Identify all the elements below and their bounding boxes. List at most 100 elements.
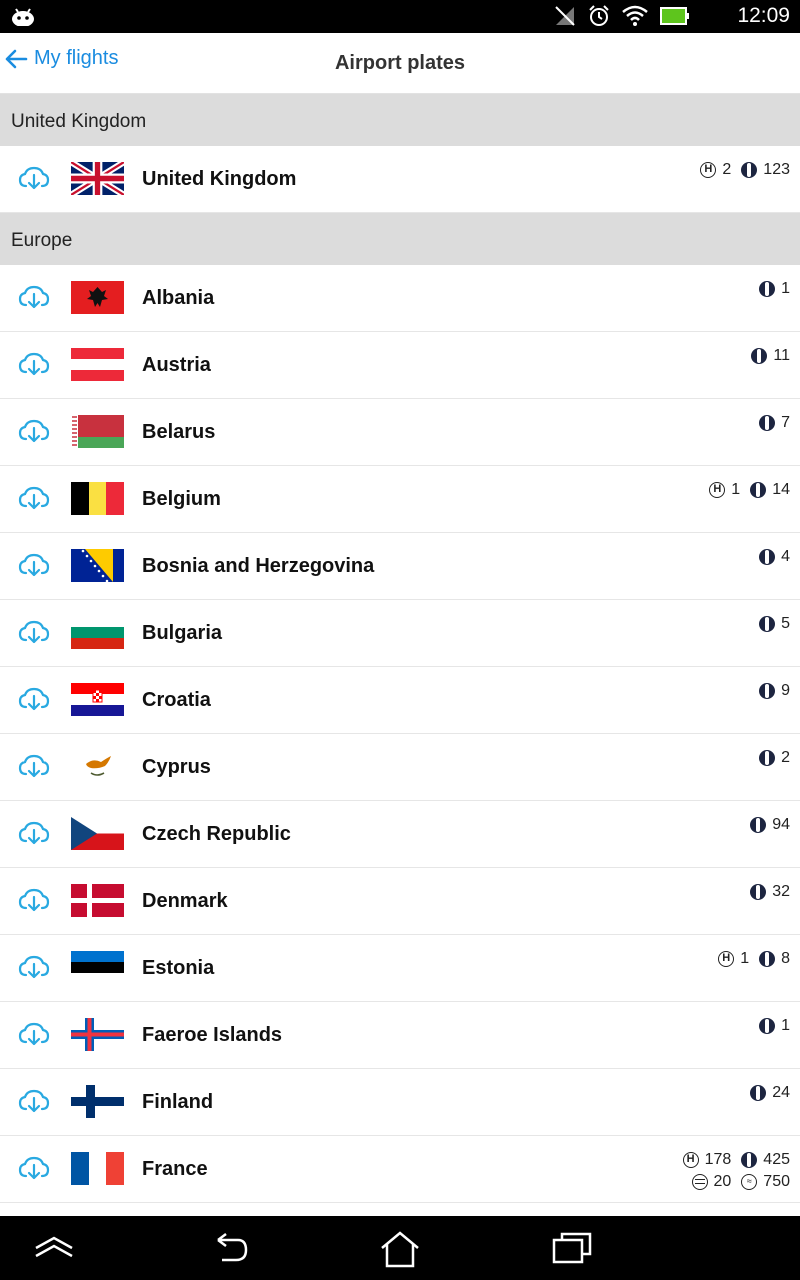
country-row[interactable]: Albania 1 <box>0 265 800 332</box>
cloud-download-icon[interactable] <box>18 352 50 383</box>
cloud-download-icon[interactable] <box>18 620 50 651</box>
cloud-download-icon[interactable] <box>18 821 50 852</box>
airport-icon <box>759 951 776 967</box>
count-value: 425 <box>763 1151 790 1168</box>
airport-icon <box>751 348 768 364</box>
count-value: 2 <box>781 749 790 766</box>
country-name: Faeroe Islands <box>142 1024 283 1046</box>
cloud-download-icon[interactable] <box>18 285 50 316</box>
count-value: 8 <box>781 950 790 967</box>
plate-counts: 24 <box>740 1082 790 1104</box>
recent-apps-button[interactable] <box>550 1230 594 1271</box>
country-row[interactable]: Belarus 7 <box>0 399 800 466</box>
country-row[interactable]: Croatia 9 <box>0 667 800 734</box>
plate-count: 2 <box>759 747 790 769</box>
plate-count: 5 <box>759 613 790 635</box>
plate-counts: 94 <box>740 814 790 836</box>
country-row[interactable]: Finland 24 <box>0 1069 800 1136</box>
plate-counts: H 2 123 <box>690 159 790 181</box>
plate-count: 1 <box>759 1015 790 1037</box>
count-value: 123 <box>763 161 790 178</box>
cloud-download-icon[interactable] <box>18 553 50 584</box>
cloud-download-icon[interactable] <box>18 1089 50 1120</box>
country-row[interactable]: Cyprus 2 <box>0 734 800 801</box>
country-name: Belgium <box>142 488 221 510</box>
country-name: Cyprus <box>142 756 211 778</box>
country-name: Czech Republic <box>142 823 291 845</box>
heliport-icon: H <box>682 1152 699 1168</box>
runway-icon <box>691 1174 708 1190</box>
plate-count: 94 <box>750 814 790 836</box>
france-flag-icon <box>71 1152 124 1185</box>
cloud-download-icon[interactable] <box>18 955 50 986</box>
count-value: 7 <box>781 414 790 431</box>
plate-count: 24 <box>750 1082 790 1104</box>
country-row[interactable]: Austria 11 <box>0 332 800 399</box>
airport-icon <box>759 1018 776 1034</box>
airport-icon <box>759 750 776 766</box>
airport-icon <box>759 683 776 699</box>
plate-count: H 178 <box>682 1149 731 1171</box>
country-name: Albania <box>142 287 215 309</box>
action-bar: My flights Airport plates <box>0 33 800 94</box>
country-list[interactable]: United Kingdom United Kingdom H 2 123 Europe A… <box>0 94 800 1216</box>
country-row[interactable]: Faeroe Islands 1 <box>0 1002 800 1069</box>
country-row[interactable]: France H 178 425 20 ≈750 <box>0 1136 800 1203</box>
plate-count: 1 <box>759 278 790 300</box>
plate-count: 8 <box>759 948 790 970</box>
country-row[interactable]: Czech Republic 94 <box>0 801 800 868</box>
cloud-download-icon[interactable] <box>18 419 50 450</box>
plate-count: H1 <box>718 948 749 970</box>
android-icon <box>10 6 36 31</box>
cyprus-flag-icon <box>71 750 124 783</box>
cloud-download-icon[interactable] <box>18 1022 50 1053</box>
croatia-flag-icon <box>71 683 124 716</box>
country-row[interactable]: United Kingdom H 2 123 <box>0 146 800 213</box>
cloud-download-icon[interactable] <box>18 687 50 718</box>
plate-counts: 32 <box>740 881 790 903</box>
plate-count: H2 <box>700 159 731 181</box>
country-name: United Kingdom <box>142 168 297 190</box>
finland-flag-icon <box>71 1085 124 1118</box>
bulgaria-flag-icon <box>71 616 124 649</box>
cloud-download-icon[interactable] <box>18 486 50 517</box>
bosnia-flag-icon <box>71 549 124 582</box>
plate-counts: 5 <box>749 613 790 635</box>
back-nav-button[interactable] <box>208 1230 252 1271</box>
country-name: Austria <box>142 354 211 376</box>
country-row[interactable]: Bulgaria 5 <box>0 600 800 667</box>
count-value: 2 <box>722 161 732 178</box>
home-button[interactable] <box>378 1230 422 1275</box>
cloud-download-icon[interactable] <box>18 166 50 197</box>
count-value: 9 <box>781 682 790 699</box>
cloud-download-icon[interactable] <box>18 754 50 785</box>
country-row[interactable]: Denmark 32 <box>0 868 800 935</box>
count-value: 750 <box>763 1173 790 1190</box>
battery-icon <box>660 6 690 31</box>
uk-flag-icon <box>71 162 124 195</box>
plate-count: 20 <box>691 1171 731 1193</box>
country-row[interactable]: Belgium H 1 14 <box>0 466 800 533</box>
status-bar: 12:09 <box>0 0 800 33</box>
count-value: 11 <box>773 347 790 364</box>
cloud-download-icon[interactable] <box>18 1156 50 1187</box>
plate-counts: 1 <box>749 1015 790 1037</box>
country-name: Belarus <box>142 421 216 443</box>
cloud-download-icon[interactable] <box>18 888 50 919</box>
estonia-flag-icon <box>71 951 124 984</box>
count-value: 24 <box>772 1084 790 1101</box>
heliport-icon: H <box>700 162 717 178</box>
recent-apps-icon <box>552 1232 592 1264</box>
faroe-flag-icon <box>71 1018 124 1051</box>
airport-icon <box>750 482 767 498</box>
country-name: France <box>142 1158 208 1180</box>
count-value: 94 <box>772 816 790 833</box>
count-value: 14 <box>772 481 790 498</box>
plate-counts: H 178 425 20 ≈750 <box>673 1149 790 1193</box>
country-row[interactable]: Bosnia and Herzegovina 4 <box>0 533 800 600</box>
country-row[interactable]: Estonia H 1 8 <box>0 935 800 1002</box>
alarm-icon <box>588 5 610 32</box>
menu-up-button[interactable] <box>32 1230 76 1271</box>
czech-flag-icon <box>71 817 124 850</box>
plate-counts: 2 <box>749 747 790 769</box>
